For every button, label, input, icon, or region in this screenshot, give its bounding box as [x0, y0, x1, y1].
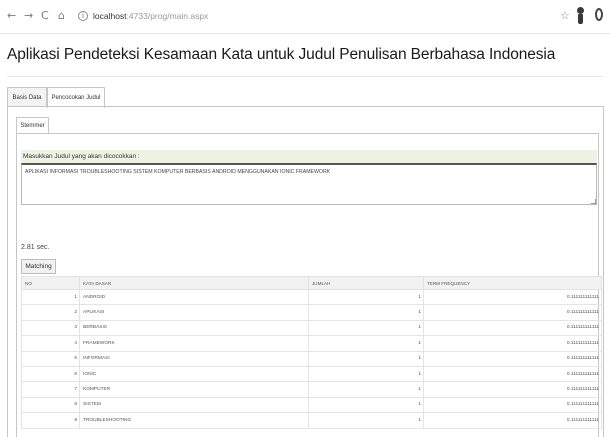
cell-no: 7 [21, 381, 80, 398]
elapsed-time: 2.81 sec. [21, 244, 50, 251]
cell-tf: 0.111111111111 [423, 350, 602, 367]
cell-jumlah: 1 [308, 365, 424, 383]
cell-jumlah: 1 [308, 381, 424, 398]
col-header-kata-dasar: KATA DASAR [79, 276, 309, 290]
profile-icon[interactable] [577, 7, 584, 24]
tab-basis-data[interactable]: Basis Data [7, 87, 47, 107]
table-row: 1 ANDROID 1 0.111111111111 [21, 288, 602, 306]
cell-no: 5 [21, 350, 80, 367]
home-icon[interactable]: ⌂ [58, 9, 65, 23]
url-host: localhost [93, 11, 127, 21]
resize-grip-icon[interactable] [591, 199, 596, 204]
cell-no: 2 [21, 304, 80, 321]
address-bar[interactable]: i localhost:4733/prog/main.aspx [78, 9, 208, 23]
col-header-term-frequency: TERM FREQUENCY [423, 276, 602, 290]
bookmark-star-icon[interactable]: ☆ [560, 9, 570, 22]
cell-tf: 0.111111111111 [423, 319, 602, 337]
cell-tf: 0.111111111111 [423, 365, 602, 383]
cell-no: 6 [21, 365, 80, 383]
table-row: 7 KOMPUTER 1 0.111111111111 [21, 381, 602, 398]
cell-kata: APLIKASI [79, 304, 309, 321]
browser-menu-icon[interactable] [595, 8, 603, 21]
cell-jumlah: 1 [308, 304, 424, 321]
cell-kata: SISTEM [79, 396, 309, 414]
cell-kata: TROUBLESHOOTING [79, 412, 309, 429]
page-title: Aplikasi Pendeteksi Kesamaan Kata untuk … [7, 46, 556, 63]
table-row: 5 INFORMASI 1 0.111111111111 [21, 350, 602, 367]
cell-kata: BERBASIS [79, 319, 309, 337]
cell-jumlah: 1 [308, 412, 424, 429]
cell-kata: ANDROID [79, 288, 309, 306]
result-table: NO KATA DASAR JUMLAH TERM FREQUENCY 1 AND… [21, 276, 602, 429]
cell-no: 4 [21, 335, 80, 352]
cell-no: 3 [21, 319, 80, 337]
cell-tf: 0.111111111111 [423, 304, 602, 321]
cell-jumlah: 1 [308, 319, 424, 337]
tab-pencocokan-judul[interactable]: Pencocokan Judul [47, 87, 105, 108]
table-row: 8 SISTEM 1 0.111111111111 [21, 396, 602, 414]
title-input[interactable]: APLIKASI INFORMASI TROUBLESHOOTING SISTE… [21, 163, 597, 205]
cell-tf: 0.111111111111 [423, 381, 602, 398]
info-icon[interactable]: i [78, 11, 88, 21]
matching-button[interactable]: Matching [21, 259, 56, 274]
table-row: 3 BERBASIS 1 0.111111111111 [21, 319, 602, 337]
back-icon[interactable]: ← [7, 9, 16, 23]
cell-kata: IONIC [79, 365, 309, 383]
cell-jumlah: 1 [308, 396, 424, 414]
table-row: 9 TROUBLESHOOTING 1 0.111111111111 [21, 412, 602, 429]
input-label: Masukkan Judul yang akan dicocokkan : [21, 150, 597, 163]
forward-icon[interactable]: → [24, 9, 33, 23]
cell-tf: 0.111111111111 [423, 335, 602, 352]
cell-tf: 0.111111111111 [423, 288, 602, 306]
reload-icon[interactable]: C [41, 9, 49, 23]
cell-tf: 0.111111111111 [423, 412, 602, 429]
cell-kata: KOMPUTER [79, 381, 309, 398]
cell-jumlah: 1 [308, 335, 424, 352]
url-path: :4733/prog/main.aspx [126, 11, 209, 21]
cell-no: 8 [21, 396, 80, 414]
table-row: 2 APLIKASI 1 0.111111111111 [21, 304, 602, 321]
cell-no: 1 [21, 288, 80, 306]
title-divider [7, 76, 603, 77]
cell-kata: INFORMASI [79, 350, 309, 367]
col-header-no: NO [21, 276, 80, 290]
table-row: 4 FRAMEWORK 1 0.111111111111 [21, 335, 602, 352]
cell-tf: 0.111111111111 [423, 396, 602, 414]
cell-jumlah: 1 [308, 350, 424, 367]
table-row: 6 IONIC 1 0.111111111111 [21, 365, 602, 383]
tab-stemmer[interactable]: Stemmer [16, 117, 49, 134]
browser-toolbar: ← → C ⌂ i localhost:4733/prog/main.aspx … [0, 0, 610, 34]
cell-no: 9 [21, 412, 80, 429]
col-header-jumlah: JUMLAH [308, 276, 424, 290]
cell-jumlah: 1 [308, 288, 424, 306]
table-header-row: NO KATA DASAR JUMLAH TERM FREQUENCY [21, 276, 602, 290]
cell-kata: FRAMEWORK [79, 335, 309, 352]
